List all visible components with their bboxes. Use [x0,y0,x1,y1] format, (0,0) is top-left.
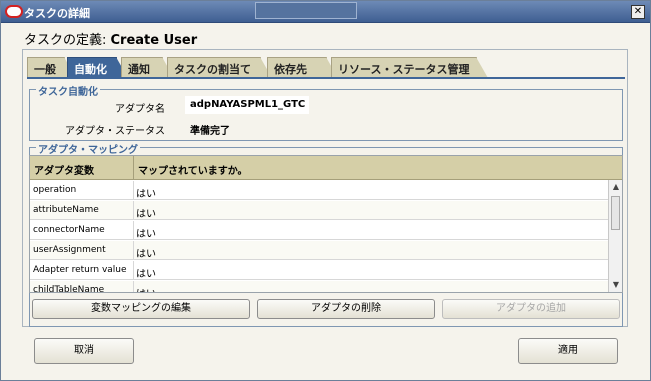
mapped-cell: はい [136,189,156,200]
tab-dependencies[interactable]: 依存先 [267,57,338,78]
oracle-logo-icon [5,5,23,18]
heading-prefix: タスクの定義: [24,33,111,48]
table-scrollbar[interactable]: ▲ ▼ [608,180,622,292]
table-row[interactable]: userAssignment はい [30,241,608,260]
cell-divider [133,181,134,200]
tab-resource-status[interactable]: リソース・ステータス管理 [331,57,488,78]
mapped-cell: はい [136,269,156,280]
task-definition-heading: タスクの定義: Create User [24,29,197,48]
variable-cell: connectorName [33,225,105,235]
edit-mapping-button[interactable]: 変数マッピングの編集 [32,299,250,319]
delete-adapter-button[interactable]: アダプタの削除 [257,299,435,319]
cell-divider [133,261,134,280]
table-row[interactable]: attributeName はい [30,201,608,220]
table-row[interactable]: childTableName はい [30,281,608,293]
adapter-mapping-table: アダプタ変数 マップされていますか。 operation はい attribute… [29,155,623,293]
mapped-cell: はい [136,209,156,220]
variable-cell: userAssignment [33,245,106,255]
scroll-up-icon[interactable]: ▲ [610,181,622,193]
variable-cell: childTableName [33,285,105,293]
cell-divider [133,201,134,220]
adapter-name-label: アダプタ名 [115,104,165,115]
add-adapter-button[interactable]: アダプタの追加 [442,299,620,319]
scroll-thumb[interactable] [611,196,620,230]
variable-cell: operation [33,185,77,195]
close-icon[interactable]: ✕ [631,5,645,19]
adapter-status-label: アダプタ・ステータス [65,126,165,137]
cell-divider [133,241,134,260]
cancel-button[interactable]: 取消 [34,338,134,364]
window-title: タスクの詳細 [24,7,90,20]
mapped-cell: はい [136,285,156,292]
task-detail-window: タスクの詳細 ✕ タスクの定義: Create User 一般 自動化 通知 タ… [0,0,651,381]
task-name: Create User [110,33,198,48]
cell-divider [133,281,134,292]
table-row[interactable]: connectorName はい [30,221,608,240]
table-row[interactable]: operation はい [30,181,608,200]
variable-cell: Adapter return value [33,265,127,275]
variable-cell: attributeName [33,205,99,215]
table-row[interactable]: Adapter return value はい [30,261,608,280]
table-header: アダプタ変数 マップされていますか。 [30,156,622,180]
scroll-down-icon[interactable]: ▼ [610,279,622,291]
tab-notification[interactable]: 通知 [121,57,174,78]
column-divider [133,156,134,180]
tab-automation[interactable]: 自動化 [67,57,128,78]
mapped-cell: はい [136,229,156,240]
title-bar-slot [255,2,357,19]
title-bar[interactable]: タスクの詳細 ✕ [1,1,650,23]
adapter-status-value: 準備完了 [190,126,230,137]
mapped-cell: はい [136,249,156,260]
cell-divider [133,221,134,240]
task-automation-legend: タスク自動化 [36,83,100,98]
apply-button[interactable]: 適用 [518,338,618,364]
column-header-variable[interactable]: アダプタ変数 [34,162,94,177]
adapter-mapping-legend: アダプタ・マッピング [36,141,140,156]
tab-task-assignment[interactable]: タスクの割当て [167,57,272,78]
column-header-mapped[interactable]: マップされていますか。 [138,162,248,177]
adapter-name-value: adpNAYASPML1_GTC [185,96,309,114]
tab-general[interactable]: 一般 [27,57,76,78]
